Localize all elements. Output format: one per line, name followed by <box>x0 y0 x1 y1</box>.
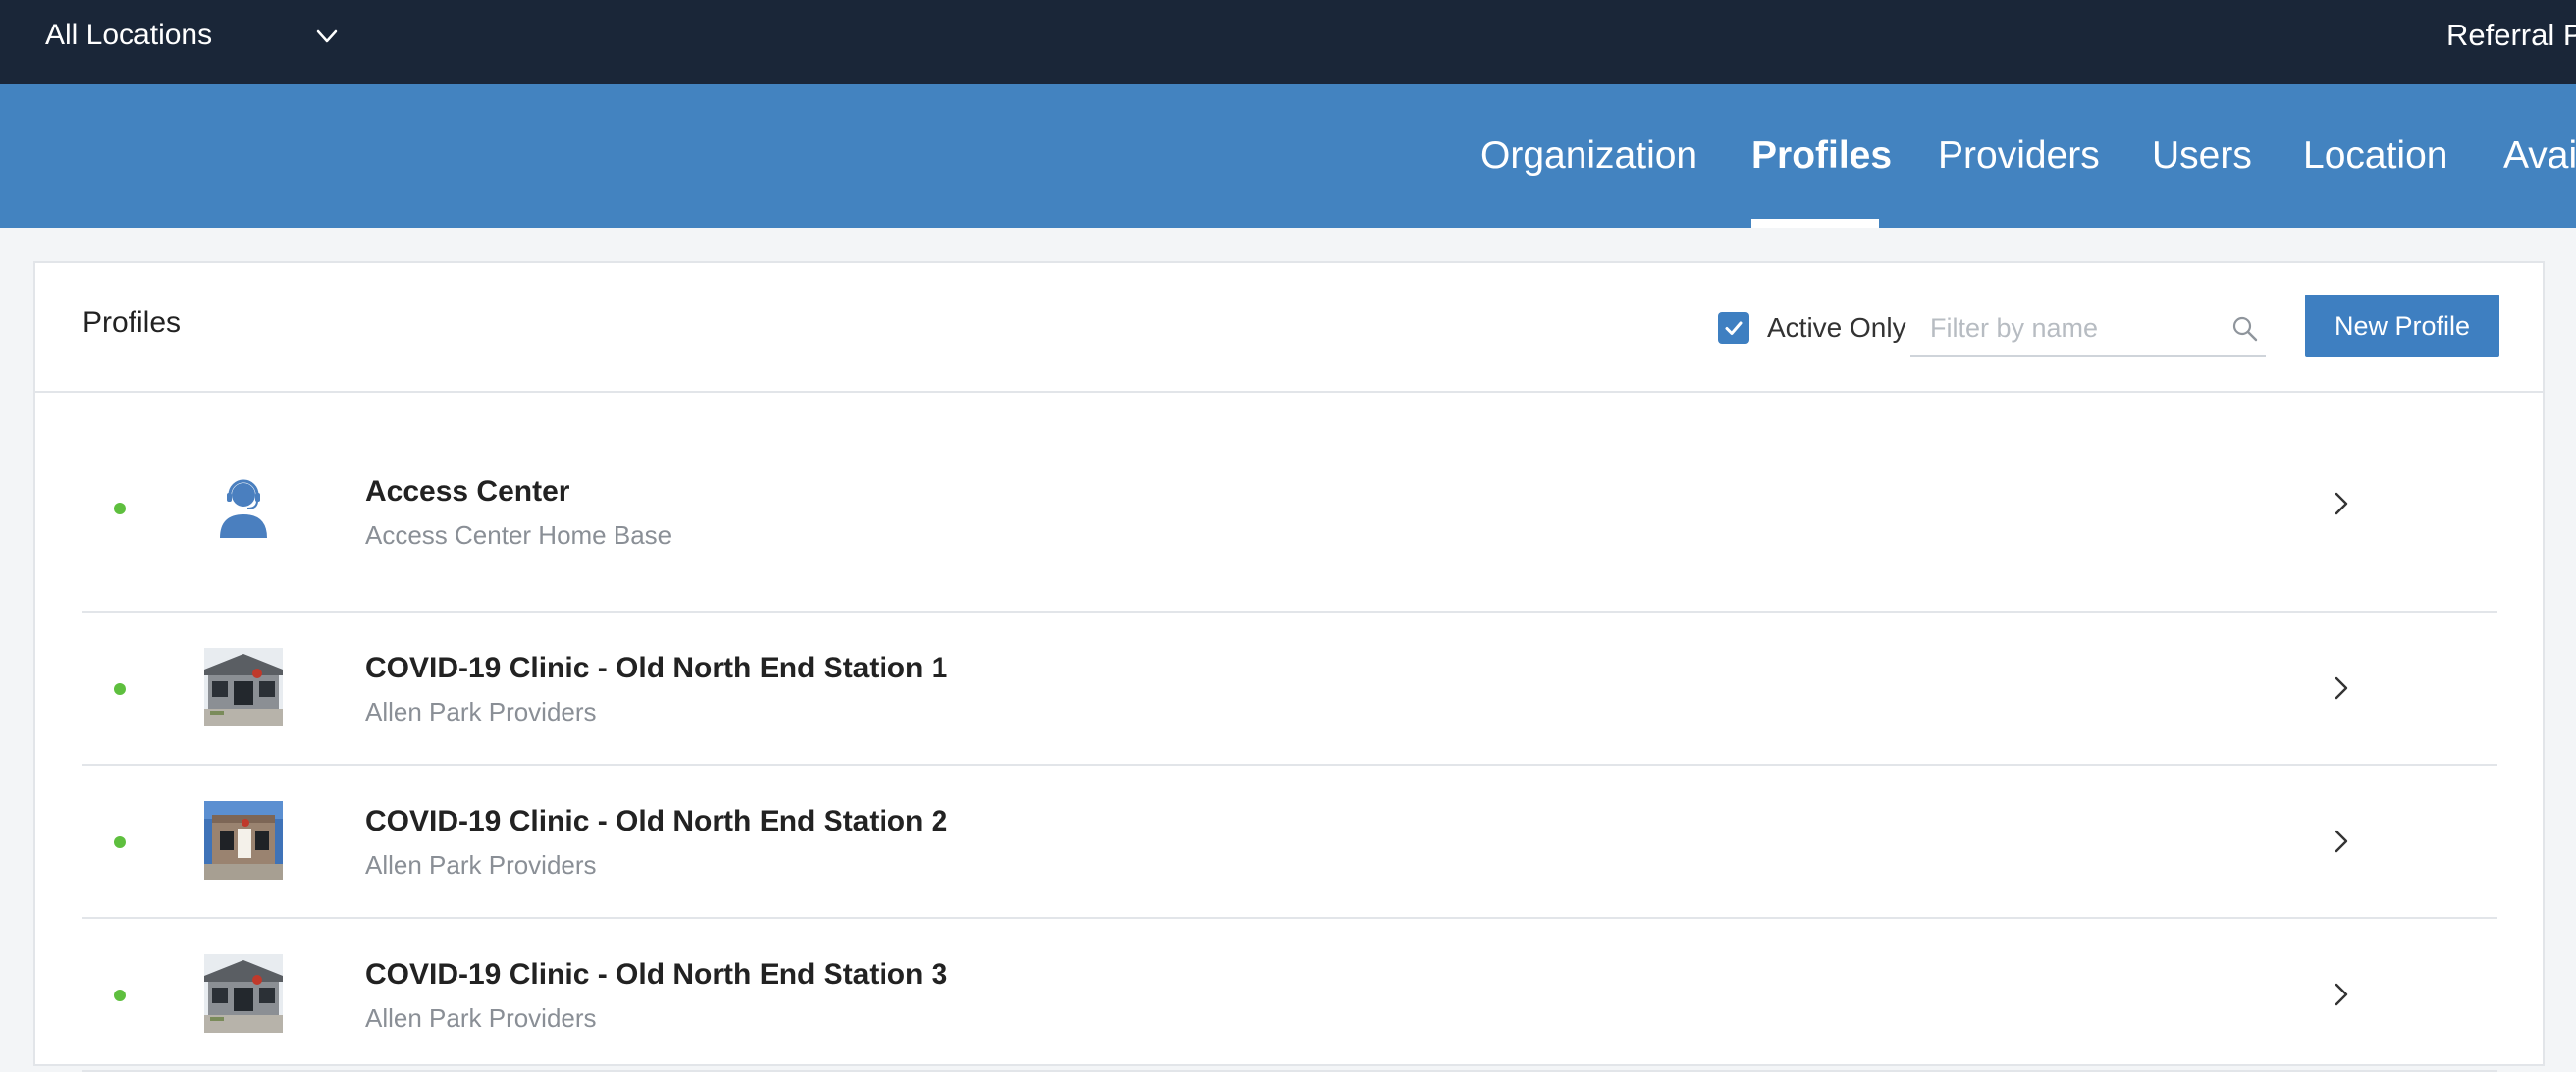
profile-title: Access Center <box>365 475 570 508</box>
page-title: Profiles <box>82 306 182 339</box>
location-selector[interactable]: All Locations <box>45 14 340 57</box>
list-item[interactable]: COVID-19 Clinic - Old North End Station … <box>82 766 2497 919</box>
top-bar: All Locations Referral Po <box>0 0 2576 84</box>
clinic-building-photo <box>204 801 283 880</box>
profile-subtitle: Allen Park Providers <box>365 1003 597 1033</box>
clinic-building-photo <box>204 954 283 1033</box>
chevron-right-icon[interactable] <box>2325 978 2358 1011</box>
list-item[interactable]: COVID-19 Clinic - Old North End Station … <box>82 919 2497 1072</box>
search-icon[interactable] <box>2230 314 2260 344</box>
chevron-right-icon[interactable] <box>2325 825 2358 858</box>
tab-organization[interactable]: Organization <box>1480 84 1697 228</box>
list-item[interactable]: Access Center Access Center Home Base <box>82 393 2497 613</box>
main-nav: Organization Profiles Providers Users Lo… <box>0 84 2576 228</box>
tab-profiles[interactable]: Profiles <box>1751 84 1892 228</box>
checkmark-icon <box>1725 321 1743 335</box>
location-selector-value: All Locations <box>45 19 213 51</box>
active-only-checkbox[interactable] <box>1718 312 1749 344</box>
new-profile-button[interactable]: New Profile <box>2305 295 2499 357</box>
active-only-toggle[interactable]: Active Only <box>1718 310 1906 346</box>
chevron-right-icon[interactable] <box>2325 487 2358 520</box>
tab-providers[interactable]: Providers <box>1938 84 2100 228</box>
clinic-building-photo <box>204 648 283 726</box>
status-active-dot <box>114 990 126 1001</box>
filter-field <box>1910 302 2266 357</box>
profile-title: COVID-19 Clinic - Old North End Station … <box>365 958 948 991</box>
profile-subtitle: Allen Park Providers <box>365 697 597 726</box>
status-active-dot <box>114 503 126 514</box>
referral-portal-link[interactable]: Referral Po <box>2446 18 2576 53</box>
profile-title: COVID-19 Clinic - Old North End Station … <box>365 652 948 684</box>
active-only-label: Active Only <box>1767 312 1906 343</box>
profile-title: COVID-19 Clinic - Old North End Station … <box>365 805 948 837</box>
tab-availability[interactable]: Avail <box>2503 84 2576 228</box>
chevron-right-icon[interactable] <box>2325 671 2358 705</box>
chevron-down-icon <box>316 29 338 43</box>
tab-users[interactable]: Users <box>2152 84 2252 228</box>
tab-location[interactable]: Location <box>2303 84 2447 228</box>
profile-subtitle: Access Center Home Base <box>365 520 672 550</box>
status-active-dot <box>114 836 126 848</box>
filter-by-name-input[interactable] <box>1910 302 2225 353</box>
profiles-card: Profiles Active Only New Profile <box>33 261 2545 1072</box>
profiles-card-header: Profiles Active Only New Profile <box>35 263 2543 393</box>
profile-subtitle: Allen Park Providers <box>365 850 597 880</box>
headset-agent-icon <box>220 479 267 538</box>
list-item[interactable]: COVID-19 Clinic - Old North End Station … <box>82 613 2497 766</box>
status-active-dot <box>114 683 126 695</box>
